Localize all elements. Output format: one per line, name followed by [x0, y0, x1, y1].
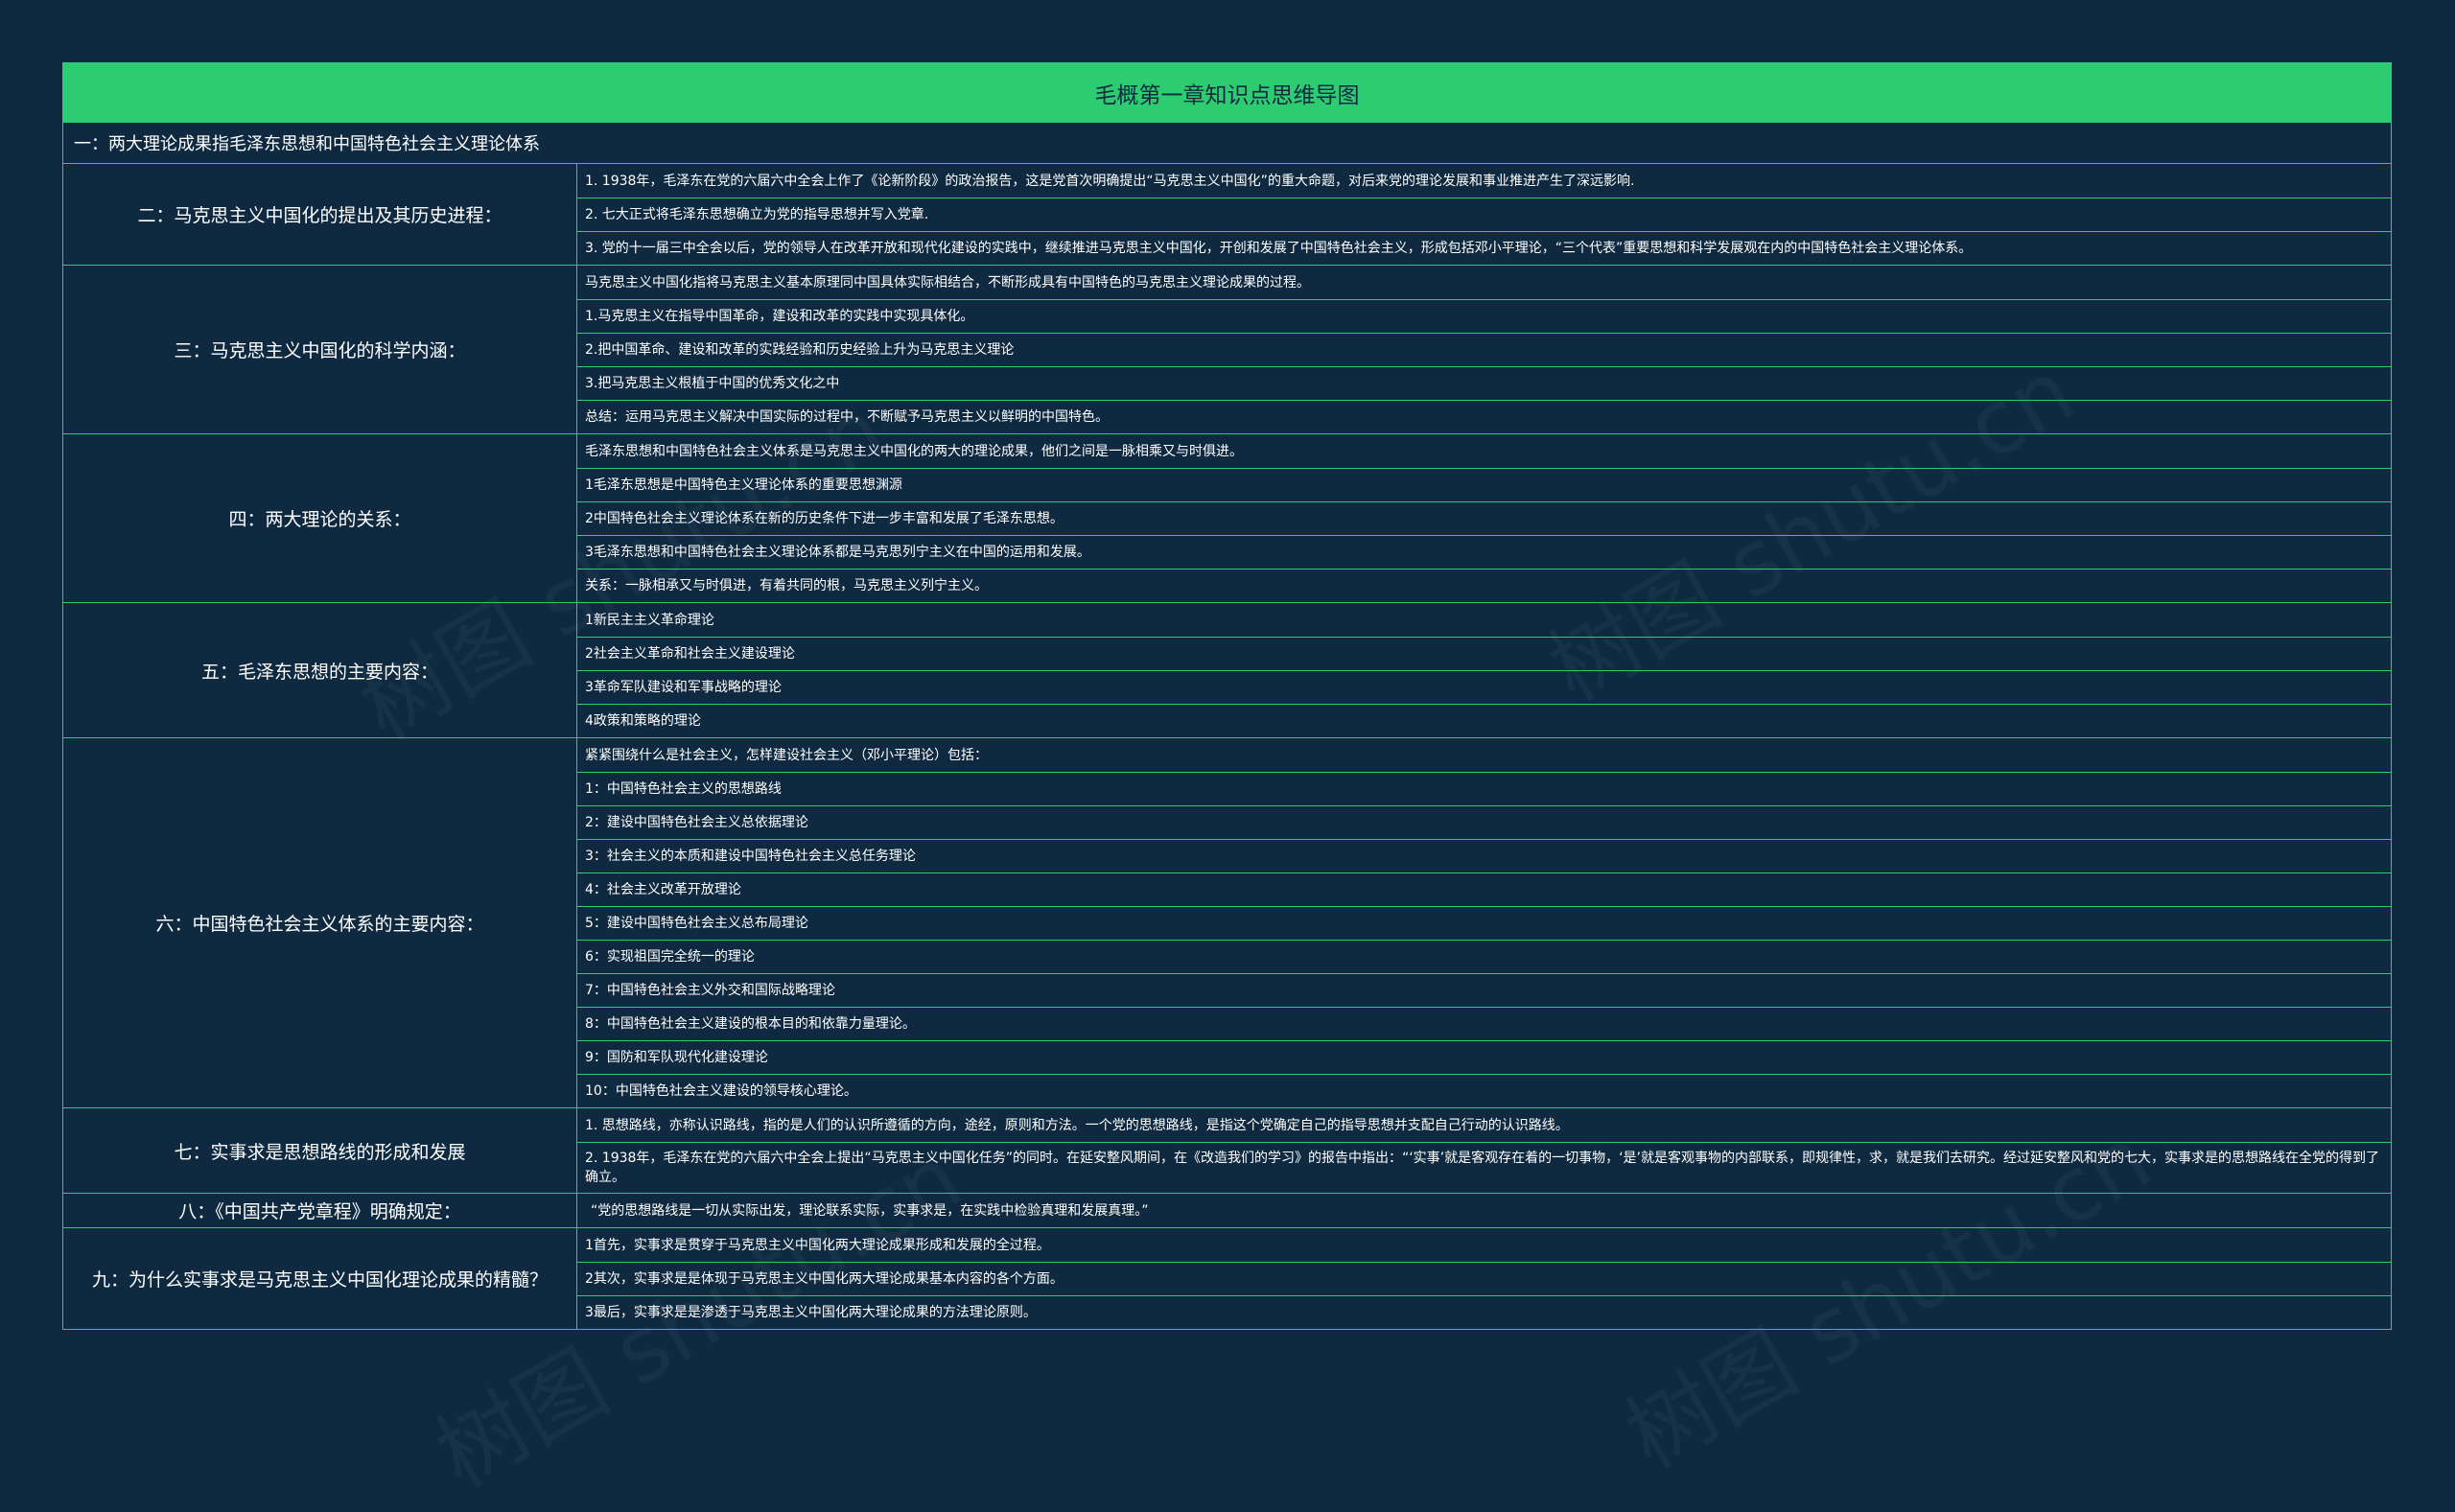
subtopic-item: 3革命军队建设和军事战略的理论 — [577, 670, 2391, 704]
topic-label: 三：马克思主义中国化的科学内涵： — [63, 266, 577, 433]
subtopic-list: 1新民主主义革命理论 2社会主义革命和社会主义建设理论 3革命军队建设和军事战略的理… — [577, 603, 2391, 737]
subtopic-item: 3毛泽东思想和中国特色社会主义理论体系都是马克思列宁主义在中国的运用和发展。 — [577, 535, 2391, 569]
subtopic-item: 4政策和策略的理论 — [577, 704, 2391, 737]
subtopic-item: 2：建设中国特色社会主义总依据理论 — [577, 805, 2391, 839]
subtopic-item: 马克思主义中国化指将马克思主义基本原理同中国具体实际相结合，不断形成具有中国特色… — [585, 274, 1310, 291]
subtopic-item: 1. 1938年，毛泽东在党的六届六中全会上作了《论新阶段》的政治报告，这是党首… — [585, 173, 1635, 189]
subtopic-item: 紧紧围绕什么是社会主义，怎样建设社会主义（邓小平理论）包括： — [585, 747, 988, 763]
subtopic-item: 2中国特色社会主义理论体系在新的历史条件下进一步丰富和发展了毛泽东思想。 — [577, 501, 2391, 535]
mind-map: 毛概第一章知识点思维导图 一：两大理论成果指毛泽东思想和中国特色社会主义理论体系… — [62, 62, 2392, 1330]
topic-section: 三：马克思主义中国化的科学内涵： 马克思主义中国化指将马克思主义基本原理同中国具体… — [63, 265, 2391, 433]
subtopic-item: 1首先，实事求是贯穿于马克思主义中国化两大理论成果形成和发展的全过程。 — [585, 1237, 1050, 1253]
topic-section: 七：实事求是思想路线的形成和发展 1. 思想路线，亦称认识路线，指的是人们的认识所… — [63, 1107, 2391, 1193]
topic-label: 七：实事求是思想路线的形成和发展 — [63, 1108, 577, 1193]
subtopic-item: 3最后，实事求是是渗透于马克思主义中国化两大理论成果的方法理论原则。 — [577, 1295, 2391, 1329]
subtopic-item: 1毛泽东思想是中国特色主义理论体系的重要思想渊源 — [577, 468, 2391, 501]
topic-label: 八：《中国共产党章程》明确规定： — [63, 1194, 577, 1227]
subtopic-item: 3. 党的十一届三中全会以后，党的领导人在改革开放和现代化建设的实践中，继续推进… — [577, 231, 2391, 265]
topic-section: 九：为什么实事求是马克思主义中国化理论成果的精髓？ 1首先，实事求是贯穿于马克思主… — [63, 1227, 2391, 1329]
topic-section: 五：毛泽东思想的主要内容： 1新民主主义革命理论 2社会主义革命和社会主义建设理论 3… — [63, 602, 2391, 737]
subtopic-item: 总结：运用马克思主义解决中国实际的过程中，不断赋予马克思主义以鲜明的中国特色。 — [577, 400, 2391, 433]
subtopic-item: 毛泽东思想和中国特色社会主义体系是马克思主义中国化的两大的理论成果，他们之间是一… — [585, 443, 1243, 459]
subtopic-item: 2社会主义革命和社会主义建设理论 — [577, 637, 2391, 670]
subtopic-list: 马克思主义中国化指将马克思主义基本原理同中国具体实际相结合，不断形成具有中国特色… — [577, 266, 2391, 433]
subtopic-item: 1：中国特色社会主义的思想路线 — [577, 772, 2391, 805]
topic-section: 八：《中国共产党章程》明确规定： “党的思想路线是一切从实际出发，理论联系实际，实… — [63, 1193, 2391, 1227]
subtopic-item: 7：中国特色社会主义外交和国际战略理论 — [577, 973, 2391, 1007]
subtopic-list: 1. 思想路线，亦称认识路线，指的是人们的认识所遵循的方向，途经，原则和方法。一… — [577, 1108, 2391, 1193]
topic-label: 五：毛泽东思想的主要内容： — [63, 603, 577, 737]
subtopic-item: 3.把马克思主义根植于中国的优秀文化之中 — [577, 366, 2391, 400]
subtopic-item: 6：实现祖国完全统一的理论 — [577, 940, 2391, 973]
subtopic-list: 紧紧围绕什么是社会主义，怎样建设社会主义（邓小平理论）包括： 1：中国特色社会主义… — [577, 738, 2391, 1107]
mind-map-title: 毛概第一章知识点思维导图 — [63, 63, 2391, 122]
subtopic-item: 2. 七大正式将毛泽东思想确立为党的指导思想并写入党章. — [577, 198, 2391, 231]
topic-label: 二：马克思主义中国化的提出及其历史进程： — [63, 164, 577, 265]
subtopic-item: 2.把中国革命、建设和改革的实践经验和历史经验上升为马克思主义理论 — [577, 333, 2391, 366]
topic-label: 四：两大理论的关系： — [63, 434, 577, 602]
subtopic-list: “党的思想路线是一切从实际出发，理论联系实际，实事求是，在实践中检验真理和发展真… — [577, 1194, 2391, 1227]
topic-section: 四：两大理论的关系： 毛泽东思想和中国特色社会主义体系是马克思主义中国化的两大的理… — [63, 433, 2391, 602]
topic-label: 九：为什么实事求是马克思主义中国化理论成果的精髓？ — [63, 1228, 577, 1329]
sections-container: 二：马克思主义中国化的提出及其历史进程： 1. 1938年，毛泽东在党的六届六中全… — [63, 163, 2391, 1329]
subtopic-item: “党的思想路线是一切从实际出发，理论联系实际，实事求是，在实践中检验真理和发展真… — [591, 1202, 1149, 1219]
subtopic-item: 2其次，实事求是是体现于马克思主义中国化两大理论成果基本内容的各个方面。 — [577, 1262, 2391, 1295]
subtopic-item: 9：国防和军队现代化建设理论 — [577, 1040, 2391, 1074]
subtopic-list: 1首先，实事求是贯穿于马克思主义中国化两大理论成果形成和发展的全过程。 2其次，实… — [577, 1228, 2391, 1329]
subtopic-item: 3：社会主义的本质和建设中国特色社会主义总任务理论 — [577, 839, 2391, 872]
subtopic-item: 5：建设中国特色社会主义总布局理论 — [577, 906, 2391, 940]
subtopic-item: 8：中国特色社会主义建设的根本目的和依靠力量理论。 — [577, 1007, 2391, 1040]
subtopic-item: 1新民主主义革命理论 — [585, 612, 714, 628]
subtopic-list: 毛泽东思想和中国特色社会主义体系是马克思主义中国化的两大的理论成果，他们之间是一… — [577, 434, 2391, 602]
subtopic-item: 2. 1938年，毛泽东在党的六届六中全会上提出“马克思主义中国化任务”的同时。… — [577, 1142, 2391, 1193]
topic-section: 六：中国特色社会主义体系的主要内容： 紧紧围绕什么是社会主义，怎样建设社会主义（邓… — [63, 737, 2391, 1107]
subtopic-item: 1.马克思主义在指导中国革命，建设和改革的实践中实现具体化。 — [577, 299, 2391, 333]
subtopic-item: 10：中国特色社会主义建设的领导核心理论。 — [577, 1074, 2391, 1107]
subtopic-item: 关系：一脉相承又与时俱进，有着共同的根，马克思主义列宁主义。 — [577, 569, 2391, 602]
subtopic-item: 1. 思想路线，亦称认识路线，指的是人们的认识所遵循的方向，途经，原则和方法。一… — [585, 1117, 1569, 1133]
topic-label: 六：中国特色社会主义体系的主要内容： — [63, 738, 577, 1107]
root-topic: 一：两大理论成果指毛泽东思想和中国特色社会主义理论体系 — [63, 122, 2391, 163]
subtopic-list: 1. 1938年，毛泽东在党的六届六中全会上作了《论新阶段》的政治报告，这是党首… — [577, 164, 2391, 265]
topic-section: 二：马克思主义中国化的提出及其历史进程： 1. 1938年，毛泽东在党的六届六中全… — [63, 163, 2391, 265]
subtopic-item: 4：社会主义改革开放理论 — [577, 872, 2391, 906]
